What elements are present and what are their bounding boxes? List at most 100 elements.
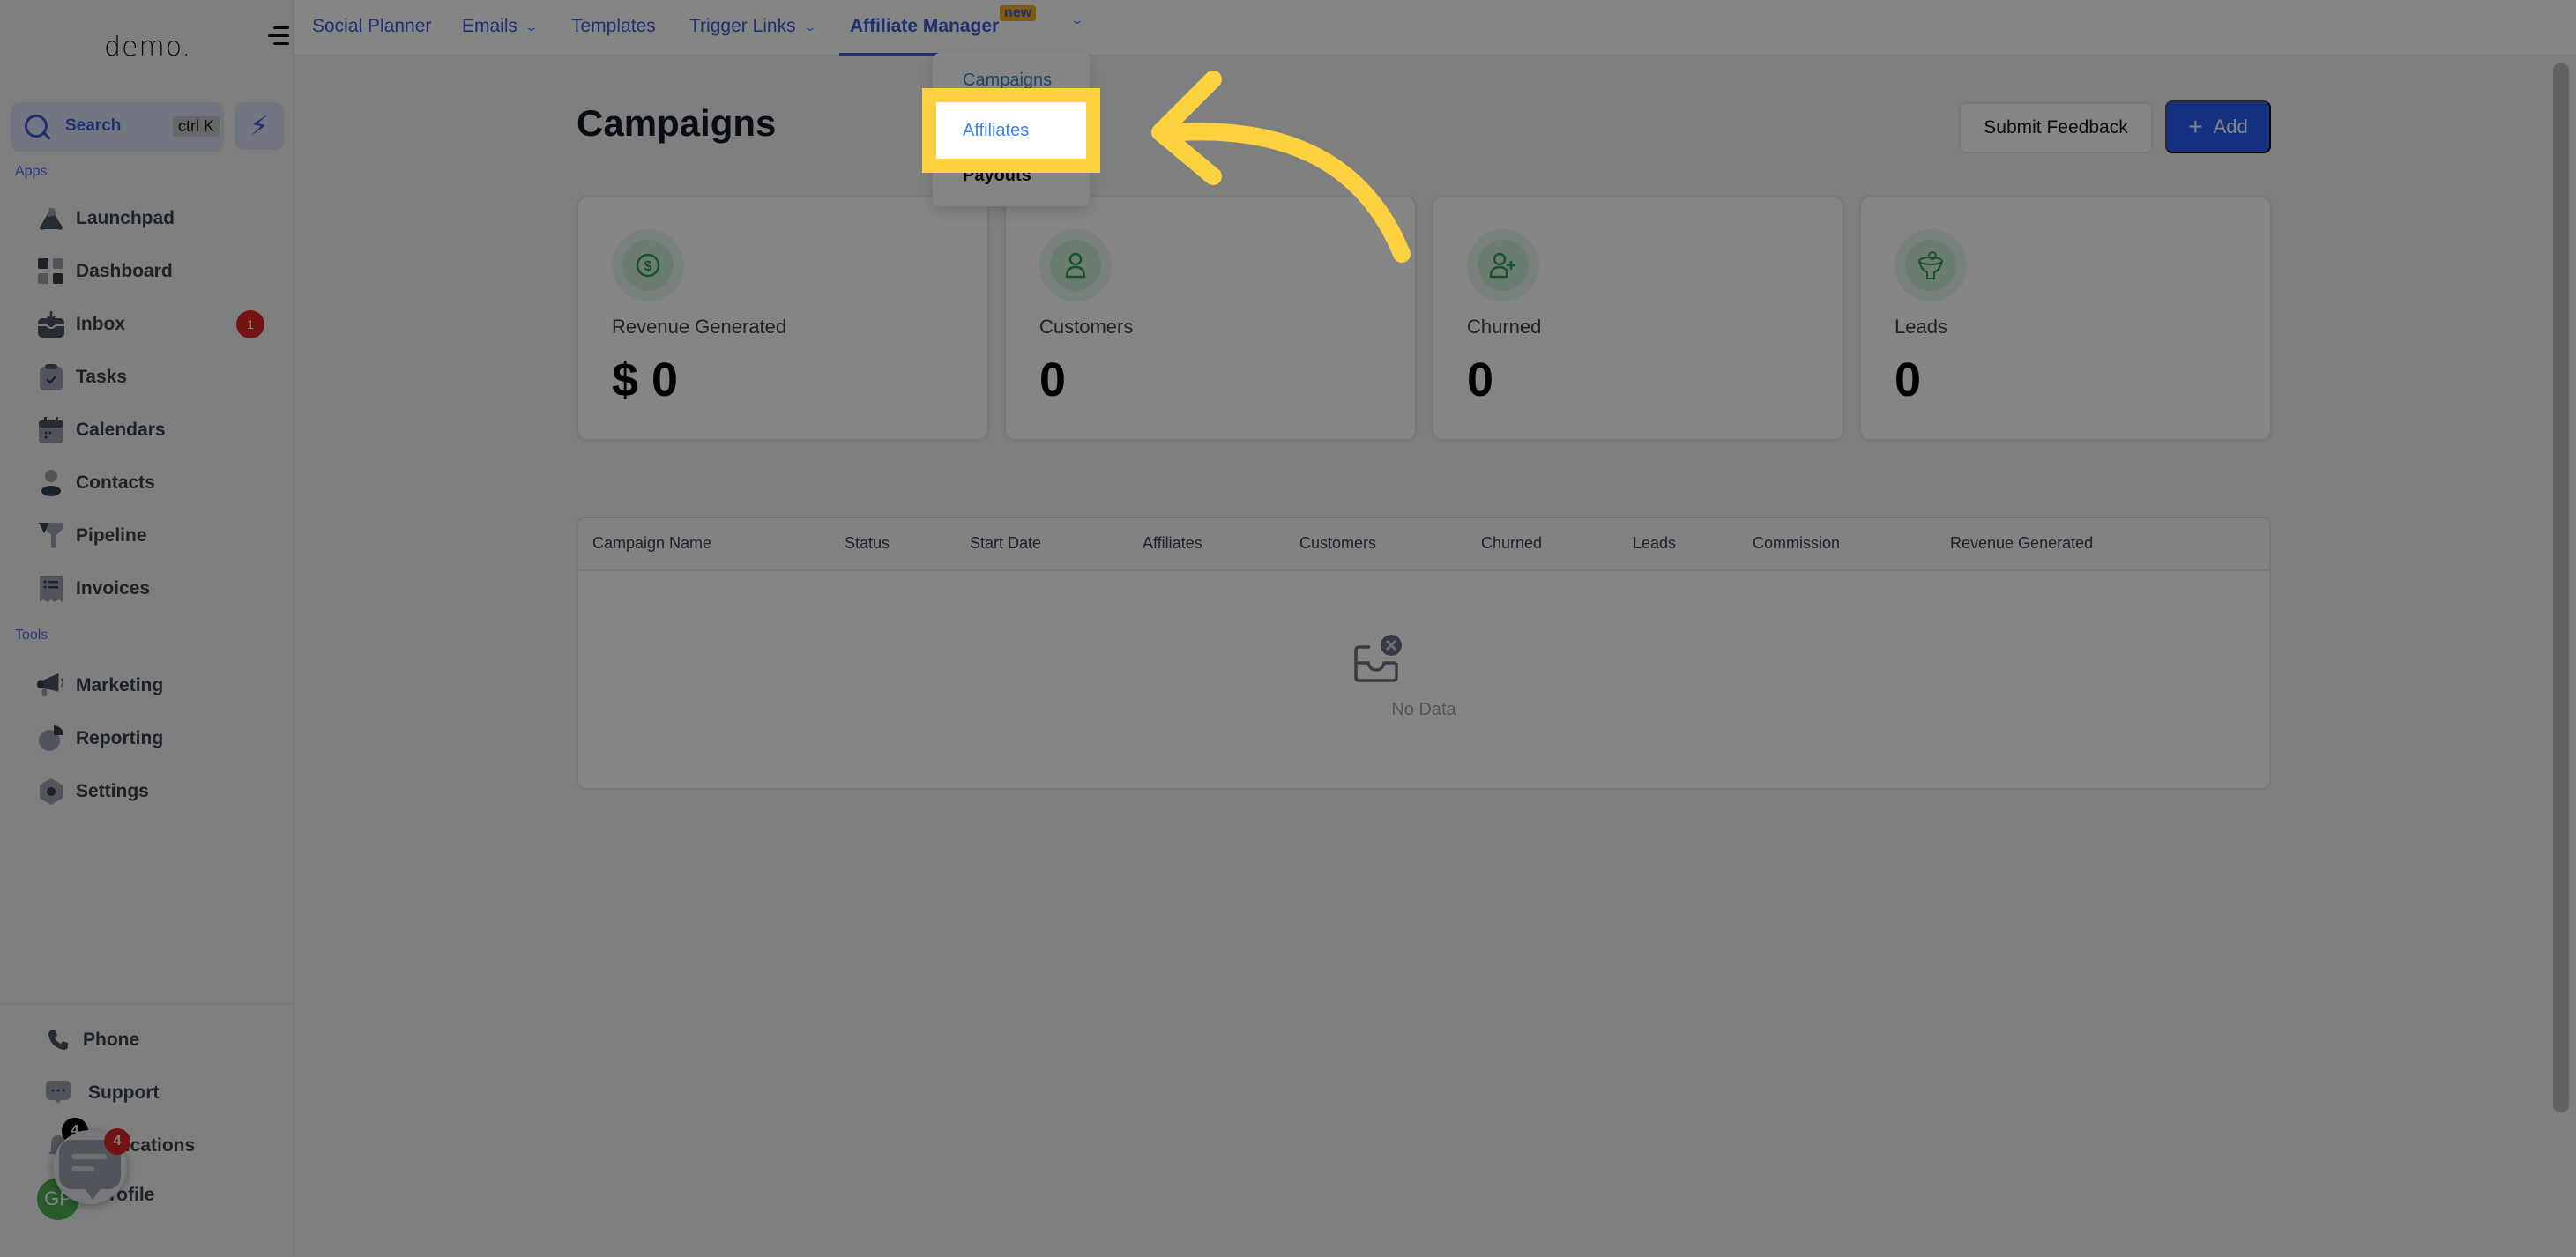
page-scrollbar[interactable]	[2553, 63, 2569, 1112]
new-badge: new	[1000, 5, 1037, 21]
column-header[interactable]: Affiliates	[1143, 534, 1202, 553]
empty-state-text: No Data	[1391, 700, 1456, 719]
sidebar-item-label: Pipeline	[76, 525, 147, 546]
user-icon	[37, 469, 65, 497]
stat-card-churned: Churned 0	[1432, 196, 1844, 441]
tab-label: Trigger Links	[689, 16, 796, 36]
funnel-icon	[37, 522, 65, 550]
sidebar-item-phone[interactable]: Phone	[44, 1023, 282, 1058]
search-button[interactable]: Search ctrl K	[11, 102, 224, 152]
gear-icon	[37, 777, 65, 806]
stat-icon-bg	[1895, 229, 1967, 301]
pie-chart-icon	[37, 725, 65, 753]
column-header[interactable]: Status	[845, 534, 890, 553]
sidebar-item-marketing[interactable]: Marketing	[37, 668, 275, 703]
user-plus-icon	[1478, 240, 1529, 291]
sidebar-item-label: Reporting	[76, 728, 164, 748]
chevron-down-icon: ⌄	[802, 19, 817, 33]
chevron-down-icon: ⌄	[1069, 12, 1085, 26]
sidebar-item-inbox[interactable]: Inbox 1	[37, 307, 275, 342]
chat-line	[71, 1166, 94, 1171]
column-header[interactable]: Revenue Generated	[1950, 534, 2093, 553]
tab-label: Social Planner	[312, 16, 432, 36]
sidebar-item-label: Phone	[83, 1030, 140, 1050]
tab-templates[interactable]: Templates	[571, 16, 656, 37]
column-header[interactable]: Campaign Name	[592, 534, 711, 553]
tab-affiliate-manager[interactable]: Affiliate Manager	[850, 16, 999, 37]
column-header[interactable]: Churned	[1481, 534, 1542, 553]
phone-icon	[44, 1026, 72, 1054]
sidebar-item-label: Dashboard	[76, 261, 173, 281]
inbox-icon	[37, 310, 65, 338]
tab-label: Affiliate Manager	[850, 16, 1000, 36]
sidebar-item-support[interactable]: Support	[44, 1075, 282, 1111]
sidebar-item-tasks[interactable]: Tasks	[37, 360, 275, 395]
sidebar: demo. Search ctrl K ⚡︎ Apps Launchpad Da…	[0, 0, 294, 1257]
column-header[interactable]: Customers	[1299, 534, 1376, 553]
sidebar-item-settings[interactable]: Settings	[37, 774, 275, 809]
campaigns-table: Campaign Name Status Start Date Affiliat…	[577, 517, 2271, 790]
sidebar-item-pipeline[interactable]: Pipeline	[37, 518, 275, 554]
calendar-icon	[37, 416, 65, 444]
chat-line	[71, 1154, 107, 1159]
column-header[interactable]: Start Date	[970, 534, 1041, 553]
chat-icon	[44, 1079, 72, 1107]
plus-icon: +	[2188, 113, 2203, 140]
sidebar-item-calendars[interactable]: Calendars	[37, 413, 275, 448]
sidebar-item-contacts[interactable]: Contacts	[37, 465, 275, 501]
add-campaign-button[interactable]: + Add	[2165, 100, 2271, 153]
stat-label: Churned	[1467, 316, 1542, 338]
menu-line	[273, 26, 289, 29]
collapse-sidebar-button[interactable]	[268, 25, 289, 48]
tab-label: Emails	[462, 16, 518, 36]
inbox-badge: 1	[236, 310, 264, 338]
submit-feedback-button[interactable]: Submit Feedback	[1959, 102, 2153, 153]
stat-label: Leads	[1895, 316, 1947, 338]
sidebar-item-label: Inbox	[76, 314, 125, 334]
stat-card-revenue: $ Revenue Generated $ 0	[577, 196, 989, 441]
column-header[interactable]: Leads	[1633, 534, 1676, 553]
add-label: Add	[2213, 115, 2248, 138]
sidebar-item-label: Support	[88, 1082, 160, 1103]
funnel-icon	[1905, 240, 1956, 291]
menu-line	[273, 42, 289, 45]
logo: demo.	[104, 32, 192, 63]
stat-label: Customers	[1039, 316, 1134, 338]
sidebar-item-launchpad[interactable]: Launchpad	[37, 201, 275, 236]
stat-value: 0	[1467, 353, 1494, 406]
user-icon	[1050, 240, 1101, 291]
sidebar-item-invoices[interactable]: Invoices	[37, 571, 275, 606]
quick-actions-button[interactable]: ⚡︎	[235, 102, 284, 150]
sidebar-item-label: Tasks	[76, 367, 127, 387]
menu-line	[268, 34, 289, 37]
search-shortcut: ctrl K	[173, 116, 220, 137]
page-title: Campaigns	[577, 102, 777, 144]
section-label-tools: Tools	[15, 628, 48, 643]
lightning-icon: ⚡︎	[249, 111, 269, 141]
column-header[interactable]: Commission	[1753, 534, 1840, 553]
tab-social-planner[interactable]: Social Planner	[312, 16, 431, 37]
sidebar-item-dashboard[interactable]: Dashboard	[37, 254, 275, 289]
tab-emails[interactable]: Emails ⌄	[462, 16, 539, 37]
pointer-arrow-icon	[1151, 71, 1411, 263]
tab-trigger-links[interactable]: Trigger Links ⌄	[689, 16, 817, 37]
sidebar-item-label: Settings	[76, 781, 149, 801]
section-label-apps: Apps	[15, 164, 48, 179]
sidebar-item-label: Marketing	[76, 675, 164, 695]
rocket-icon	[37, 205, 65, 233]
affiliate-manager-dropdown-toggle[interactable]: ⌄	[1063, 12, 1085, 27]
stat-label: Revenue Generated	[612, 316, 787, 338]
sidebar-item-reporting[interactable]: Reporting	[37, 721, 275, 756]
clipboard-check-icon	[37, 363, 65, 391]
sidebar-item-label: Launchpad	[76, 208, 175, 228]
stat-card-leads: Leads 0	[1859, 196, 2272, 441]
highlighted-affiliates-item[interactable]: Affiliates	[936, 102, 1086, 159]
tab-label: Templates	[571, 16, 656, 36]
search-icon	[25, 115, 48, 138]
search-label: Search	[65, 116, 122, 135]
sidebar-item-label: Contacts	[76, 472, 155, 493]
empty-inbox-icon	[1354, 635, 1402, 682]
dollar-circle-icon: $	[622, 240, 674, 291]
grid-icon	[37, 257, 65, 286]
megaphone-icon	[37, 672, 65, 700]
